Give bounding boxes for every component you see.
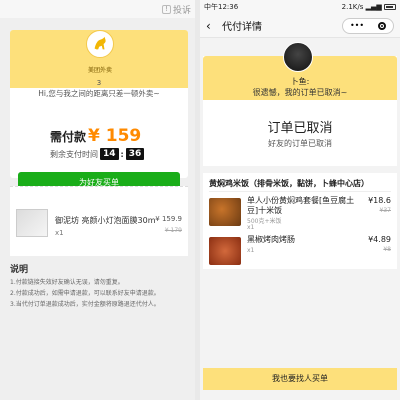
order-item[interactable]: 御泥坊 亮颜小灯泡面膜30ml*... x1 ¥ 159.9 ¥ 179: [10, 186, 188, 256]
back-icon[interactable]: ‹: [206, 19, 218, 33]
order-sub-status: 好友的订单已取消: [268, 139, 332, 148]
countdown-seconds: 36: [125, 148, 145, 160]
item-name: 黑椒烤肉烤肠: [247, 235, 295, 244]
food-image: [209, 237, 241, 265]
brand-name: 美团外卖: [87, 67, 112, 74]
list-item[interactable]: 黑椒烤肉烤肠 x1 ¥4.89 ¥8: [209, 235, 391, 275]
food-image: [209, 198, 241, 226]
product-qty: x1: [55, 229, 64, 237]
report-label: 投诉: [172, 6, 191, 16]
item-name: 单人小份黄焖鸡套餐[鱼豆腐土豆]十米饭: [247, 196, 355, 215]
order-status: 订单已取消: [267, 121, 333, 136]
pay-amount-row: 需付款 ¥ 159: [50, 126, 141, 146]
kangaroo-logo-icon: [86, 30, 114, 58]
pay-label: 需付款: [50, 130, 87, 144]
warning-icon: !: [161, 5, 171, 14]
zigzag-divider: [203, 160, 397, 166]
network-speed: 2.1K/s: [341, 3, 364, 11]
store-name[interactable]: 黄焖鸡米饭（排骨米饭，黏饼，卜蜂中心店）: [209, 178, 369, 189]
note-item: 1.付款链接失效好友确认无误，请勿重复。: [10, 279, 124, 286]
item-original-price: ¥8: [383, 246, 391, 253]
signal-icon: ▂▄▆: [365, 3, 382, 11]
note-item: 3.当代付订单退款成功后，实付金额将原路退还代付人。: [10, 301, 160, 308]
divider: [209, 191, 391, 192]
item-price: ¥18.6: [368, 196, 391, 205]
item-original-price: ¥37: [379, 207, 391, 214]
page-title: 代付详情: [222, 22, 262, 33]
cancel-message: 很遗憾，我的订单已取消~: [252, 88, 348, 97]
payment-card: 美团外卖 3 Hi,您与我之间的距离只差一顿外卖~ 需付款 ¥ 159 剩余支付…: [10, 30, 188, 194]
product-name: 御泥坊 亮颜小灯泡面膜30ml*...: [55, 216, 155, 225]
countdown: 剩余支付时间 14 : 36: [50, 148, 145, 160]
product-price: ¥ 159.9: [155, 215, 182, 223]
top-bar: ! 投诉: [0, 0, 195, 18]
nav-bar: ‹ 代付详情 •••: [200, 14, 400, 38]
notes-section: 说明 1.付款链接失效好友确认无误，请勿重复。 2.付款成功后，如需申请退款，可…: [10, 262, 188, 312]
status-time: 中午12:36: [204, 3, 239, 11]
count-number: 3: [96, 79, 102, 87]
mini-program-capsule: •••: [342, 17, 394, 34]
countdown-label: 剩余支付时间: [50, 149, 98, 159]
product-image: [16, 209, 48, 237]
note-item: 2.付款成功后，如需申请退款，可以联系好友申请退款。: [10, 290, 160, 297]
status-bar: 中午12:36 2.1K/s ▂▄▆: [200, 0, 400, 14]
more-icon[interactable]: •••: [350, 21, 364, 30]
countdown-minutes: 14: [100, 148, 119, 160]
pay-amount: ¥ 159: [88, 126, 142, 146]
status-indicators: 2.1K/s ▂▄▆: [342, 3, 396, 11]
product-original-price: ¥ 179: [164, 227, 182, 234]
item-price: ¥4.89: [368, 235, 391, 244]
right-screen: 中午12:36 2.1K/s ▂▄▆ ‹ 代付详情 ••• 卜鱼: 很遗憾，我的…: [200, 0, 400, 400]
cancel-card: 卜鱼: 很遗憾，我的订单已取消~ 订单已取消 好友的订单已取消: [203, 42, 397, 164]
distance-text: Hi,您与我之间的距离只差一顿外卖~: [38, 89, 160, 98]
item-qty: x1: [247, 247, 255, 254]
countdown-separator: :: [120, 149, 124, 159]
avatar: [283, 42, 313, 72]
report-link[interactable]: ! 投诉: [161, 3, 191, 16]
order-details: 黄焖鸡米饭（排骨米饭，黏饼，卜蜂中心店） 单人小份黄焖鸡套餐[鱼豆腐土豆]十米饭…: [203, 173, 397, 269]
item-qty: x1: [247, 224, 255, 231]
notes-title: 说明: [10, 265, 29, 275]
close-target-icon[interactable]: [378, 21, 387, 30]
left-screen: ! 投诉 美团外卖 3 Hi,您与我之间的距离只差一顿外卖~ 需付款 ¥ 159…: [0, 0, 195, 400]
user-name: 卜鱼:: [290, 77, 310, 86]
find-payer-button[interactable]: 我也要找人买单: [203, 368, 397, 390]
battery-icon: [384, 4, 396, 10]
list-item[interactable]: 单人小份黄焖鸡套餐[鱼豆腐土豆]十米饭 500克+米饭 x1 ¥18.6 ¥37: [209, 196, 391, 236]
